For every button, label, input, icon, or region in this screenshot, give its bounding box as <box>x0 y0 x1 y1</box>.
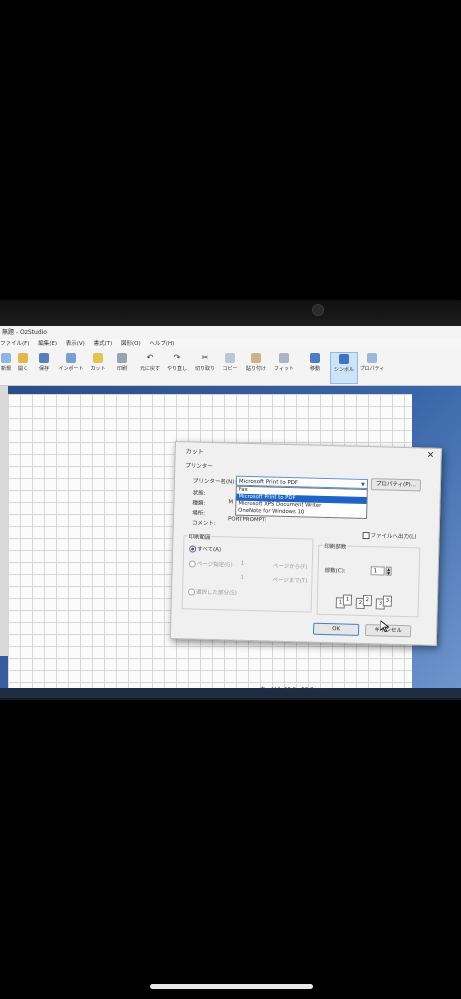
toolbar-properties-button[interactable]: プロパティ <box>358 352 386 382</box>
range-from-label: ページから(F) <box>272 563 308 571</box>
type-value: M <box>228 499 234 506</box>
toolbar-print-button[interactable]: 印刷 <box>110 352 134 382</box>
copies-group-label: 印刷部数 <box>323 541 348 551</box>
properties-icon <box>367 353 377 363</box>
webcam-icon <box>312 304 324 316</box>
symbol-icon <box>339 354 349 364</box>
print-icon <box>117 353 127 363</box>
print-range-label: 印刷範囲 <box>187 532 212 541</box>
toolbar-import-button[interactable]: インポート <box>56 352 86 382</box>
new-icon <box>1 353 11 363</box>
status-label: 状態: <box>192 490 206 497</box>
redo-icon: ↷ <box>173 353 181 362</box>
print-to-file-checkbox[interactable] <box>362 531 370 540</box>
ok-button[interactable]: OK <box>312 622 360 636</box>
cut-icon <box>93 353 103 363</box>
menu-shape[interactable]: 図形(O) <box>121 339 141 349</box>
toolbar-undo-button[interactable]: ↶ 元に戻す <box>136 352 164 382</box>
collate-page-icon: 2 <box>362 594 373 607</box>
fit-icon <box>279 353 289 363</box>
toolbar-move-button[interactable]: 移動 <box>303 352 327 382</box>
where-label: 場所: <box>192 510 206 517</box>
properties-button[interactable]: プロパティ(P)... <box>370 478 422 492</box>
menu-view[interactable]: 表示(V) <box>66 339 85 349</box>
mouse-pointer-icon <box>380 620 390 633</box>
collate-page-icon: 3 <box>382 595 393 607</box>
copies-input[interactable]: 1 <box>370 566 385 576</box>
toolbar-symbol-button[interactable]: シンボル <box>330 352 358 384</box>
toolbar-fit-button[interactable]: フィット <box>271 352 297 382</box>
printer-dropdown-list: Fax Microsoft Print to PDF Microsoft XPS… <box>235 485 368 520</box>
menu-help[interactable]: ヘルプ(H) <box>149 339 174 349</box>
range-selection-label: 選択した部分(S) <box>195 589 237 597</box>
collate-page-icon: 1 <box>342 594 353 606</box>
undo-icon: ↶ <box>146 353 154 362</box>
home-indicator[interactable] <box>150 984 313 989</box>
toolbar-scissors-button[interactable]: ✂ 切り取り <box>192 352 218 382</box>
toolbar: 新規 開く 保存 インポート カット 印刷 ↶ 元に戻す ↷ やり直し ✂ 切り取り … <box>0 349 461 386</box>
toolbar-redo-button[interactable]: ↷ やり直し <box>164 352 190 382</box>
toolbar-save-button[interactable]: 保存 <box>32 352 56 382</box>
menu-edit[interactable]: 編集(E) <box>38 339 57 349</box>
range-pages-label: ページ指定(G) <box>196 561 233 569</box>
comment-label: コメント: <box>191 520 216 528</box>
menu-bar: ファイル(F) 編集(E) 表示(V) 書式(T) 図形(O) ヘルプ(H) <box>0 339 461 349</box>
copies-spinner-icon[interactable]: ▲ ▼ <box>385 566 392 576</box>
where-value: PORTPROMPT: <box>227 516 267 524</box>
print-dialog: カット ✕ プリンター プリンター名(N): Microsoft Print t… <box>169 441 442 646</box>
move-icon <box>310 353 320 363</box>
print-to-file-label: ファイルへ出力(L) <box>370 533 417 541</box>
range-all-label: すべて(A) <box>197 546 222 554</box>
phone-frame-bottom <box>0 700 461 999</box>
laptop-bezel <box>0 300 461 326</box>
copy-icon <box>225 353 235 363</box>
save-icon <box>39 353 49 363</box>
menu-file[interactable]: ファイル(F) <box>0 339 29 349</box>
laptop-photo: 無題 - OzStudio ファイル(F) 編集(E) 表示(V) 書式(T) … <box>0 300 461 700</box>
printer-group-label: プリンター <box>185 463 213 470</box>
open-icon <box>18 353 28 363</box>
toolbar-copy-button[interactable]: コピー <box>218 352 242 382</box>
paste-icon <box>251 353 261 363</box>
printer-name-label: プリンター名(N): <box>192 478 237 486</box>
copies-group <box>316 544 421 618</box>
toolbar-cut-button[interactable]: カット <box>86 352 110 382</box>
window-title: 無題 - OzStudio <box>2 329 47 336</box>
copies-label: 部数(C): <box>324 567 346 575</box>
range-to-label: ページまで(T) <box>272 577 308 585</box>
menu-format[interactable]: 書式(T) <box>94 339 113 349</box>
window-titlebar: 無題 - OzStudio <box>0 326 461 339</box>
phone-frame-top <box>0 0 461 300</box>
dialog-title: カット <box>185 448 204 456</box>
range-to-input[interactable]: 1 <box>240 575 244 581</box>
range-from-input[interactable]: 1 <box>241 561 245 567</box>
toolbar-paste-button[interactable]: 貼り付け <box>242 352 270 382</box>
laptop-screen: 無題 - OzStudio ファイル(F) 編集(E) 表示(V) 書式(T) … <box>0 326 461 698</box>
left-panel <box>0 386 8 656</box>
close-icon[interactable]: ✕ <box>427 451 435 461</box>
import-icon <box>66 353 76 363</box>
scissors-icon: ✂ <box>201 353 209 362</box>
type-label: 種類: <box>192 500 206 507</box>
status-bar: カーソル 46.0 , 13.0 mm <box>260 687 326 693</box>
